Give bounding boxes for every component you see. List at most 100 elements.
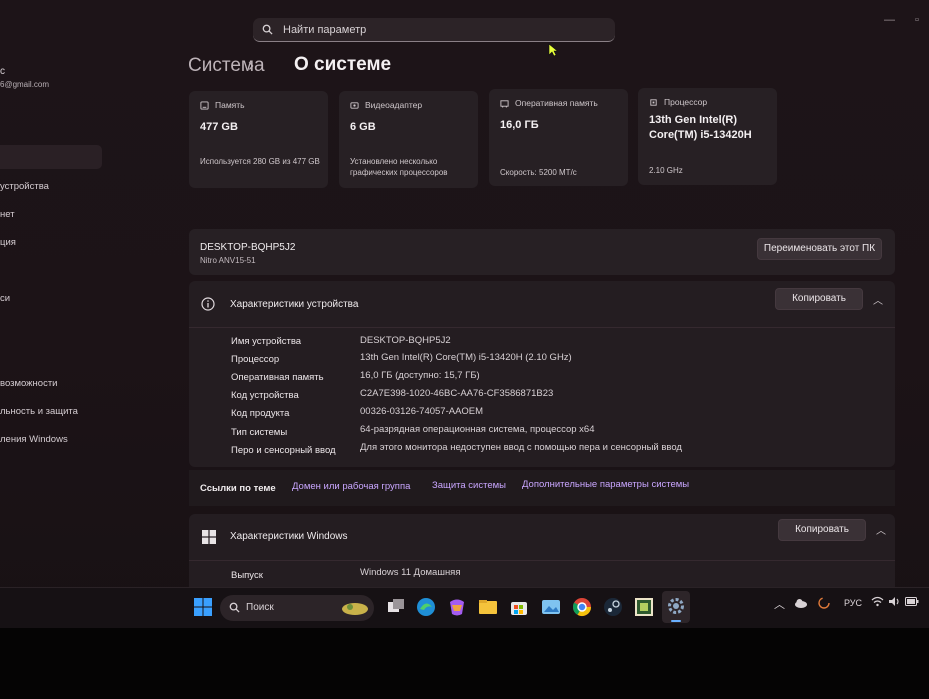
photos-icon[interactable] [540,596,562,618]
spec-value: 13th Gen Intel(R) Core(TM) i5-13420H (2.… [360,352,572,363]
start-icon[interactable] [192,596,214,618]
profile-name: с [0,66,5,77]
ram-icon [500,99,509,108]
taskbar: Поиск ︿ РУС [0,587,929,628]
settings-window: — ▫ с 6@gmail.com устройства нет ция си … [0,0,929,628]
sidebar-item-network[interactable]: нет [0,209,15,220]
monitor-bezel [0,628,929,699]
language-indicator[interactable]: РУС [844,598,862,608]
volume-icon[interactable] [888,596,901,607]
card-title: Оперативная память [515,98,598,108]
spec-label: Код устройства [231,390,299,401]
search-icon [262,24,273,35]
related-links-label: Ссылки по теме [200,483,276,494]
spec-value: C2A7E398-1020-46BC-AA76-CF3586871B23 [360,388,554,399]
copy-windows-specs-button[interactable]: Копировать [778,519,866,541]
settings-app-active[interactable] [662,591,690,623]
wifi-icon[interactable] [871,596,884,607]
chevron-up-icon[interactable]: ︿ [873,292,883,307]
copilot-icon[interactable] [446,596,468,618]
game-app-icon[interactable] [633,596,655,618]
battery-icon[interactable] [905,597,919,606]
profile-email: 6@gmail.com [0,80,50,89]
search-input[interactable] [281,22,585,37]
card-value: 477 GB [200,121,238,133]
copy-device-specs-button[interactable]: Копировать [775,288,863,310]
sidebar-item-accessibility[interactable]: возможности [0,378,57,389]
sync-icon[interactable] [817,596,831,610]
maximize-icon[interactable]: ▫ [915,14,919,26]
mouse-cursor-icon [548,43,558,57]
spec-value: 00326-03126-74057-AAOEM [360,406,484,417]
card-subtext: Установлено несколько графических процес… [350,157,448,177]
settings-gear-icon [668,598,684,614]
device-specs-header[interactable]: Характеристики устройства Копировать ︿ [189,281,895,328]
storage-card[interactable]: Память 477 GB Используется 280 GB из 477… [189,91,328,188]
edge-icon[interactable] [415,596,437,618]
page-title: О системе [294,54,392,75]
sidebar-item-personalization[interactable]: ция [0,237,16,248]
card-subtext: Скорость: 5200 МТ/с [500,168,577,177]
spec-label: Тип системы [231,427,288,438]
spec-label: Процессор [231,354,280,365]
windows-specs-header[interactable]: Характеристики Windows Копировать ︿ [189,514,895,561]
spec-label: Выпуск [231,570,263,581]
sidebar-item-privacy-security[interactable]: льность и защита [0,406,78,417]
card-subtext: 2.10 GHz [649,166,683,175]
breadcrumb-separator: › [248,55,254,75]
storage-icon [200,100,209,110]
sidebar-item-windows-update[interactable]: ления Windows [0,434,68,445]
spec-label: Код продукта [231,408,290,419]
file-explorer-icon[interactable] [477,596,499,618]
windows-specs-title: Характеристики Windows [230,531,348,542]
search-highlight-icon [342,603,368,615]
device-name-bar: DESKTOP-BQHP5J2 Nitro ANV15-51 Переимено… [189,229,895,275]
card-title: Процессор [664,97,708,107]
sidebar-item-system-active[interactable] [0,145,102,169]
windows-logo-icon [202,530,216,544]
minimize-icon[interactable]: — [884,14,895,26]
spec-label: Оперативная память [231,372,324,383]
device-model: Nitro ANV15-51 [200,256,256,265]
display-adapter-icon [350,101,359,109]
cloud-icon[interactable] [794,598,808,608]
search-box[interactable] [253,18,615,42]
chrome-icon[interactable] [571,596,593,618]
display-adapter-card[interactable]: Видеоадаптер 6 GB Установлено несколько … [339,91,478,188]
ram-card[interactable]: Оперативная память 16,0 ГБ Скорость: 520… [489,89,628,186]
info-icon [201,297,215,311]
spec-label: Перо и сенсорный ввод [231,445,336,456]
rename-pc-button[interactable]: Переименовать этот ПК [757,238,882,260]
sidebar-item-devices[interactable]: устройства [0,181,49,192]
taskbar-search-label: Поиск [246,602,274,613]
task-view-icon[interactable] [385,596,407,618]
spec-label: Имя устройства [231,336,302,347]
active-app-indicator [671,620,681,622]
processor-icon [650,98,657,106]
spec-value: DESKTOP-BQHP5J2 [360,335,451,346]
chevron-up-icon[interactable]: ︿ [774,596,785,612]
taskbar-search[interactable]: Поиск [220,595,374,621]
steam-icon[interactable] [602,596,624,618]
spec-value: Windows 11 Домашняя [360,567,461,578]
spec-value: 16,0 ГБ (доступно: 15,7 ГБ) [360,370,480,381]
device-specs-title: Характеристики устройства [230,299,359,310]
sidebar-item-accounts[interactable]: си [0,293,10,304]
card-value: 13th Gen Intel(R) Core(TM) i5-13420H [649,114,752,141]
card-value: 6 GB [350,121,376,133]
card-subtext: Используется 280 GB из 477 GB [200,157,320,166]
spec-value: 64-разрядная операционная система, проце… [360,424,595,435]
link-domain-workgroup[interactable]: Домен или рабочая группа [292,481,410,492]
search-icon [229,602,240,613]
link-system-protection[interactable]: Защита системы [432,480,506,491]
link-advanced-system-settings[interactable]: Дополнительные параметры системы [522,479,689,490]
processor-card[interactable]: Процессор 13th Gen Intel(R) Core(TM) i5-… [638,88,777,185]
related-links-row: Ссылки по теме Домен или рабочая группа … [189,470,895,506]
device-specs-panel: Характеристики устройства Копировать ︿ И… [189,281,895,467]
chevron-up-icon[interactable]: ︿ [876,522,886,537]
device-name: DESKTOP-BQHP5J2 [200,242,296,253]
card-title: Память [215,100,245,110]
card-value: 16,0 ГБ [500,119,539,131]
microsoft-store-icon[interactable] [508,596,530,618]
spec-value: Для этого монитора недоступен ввод с пом… [360,442,682,453]
